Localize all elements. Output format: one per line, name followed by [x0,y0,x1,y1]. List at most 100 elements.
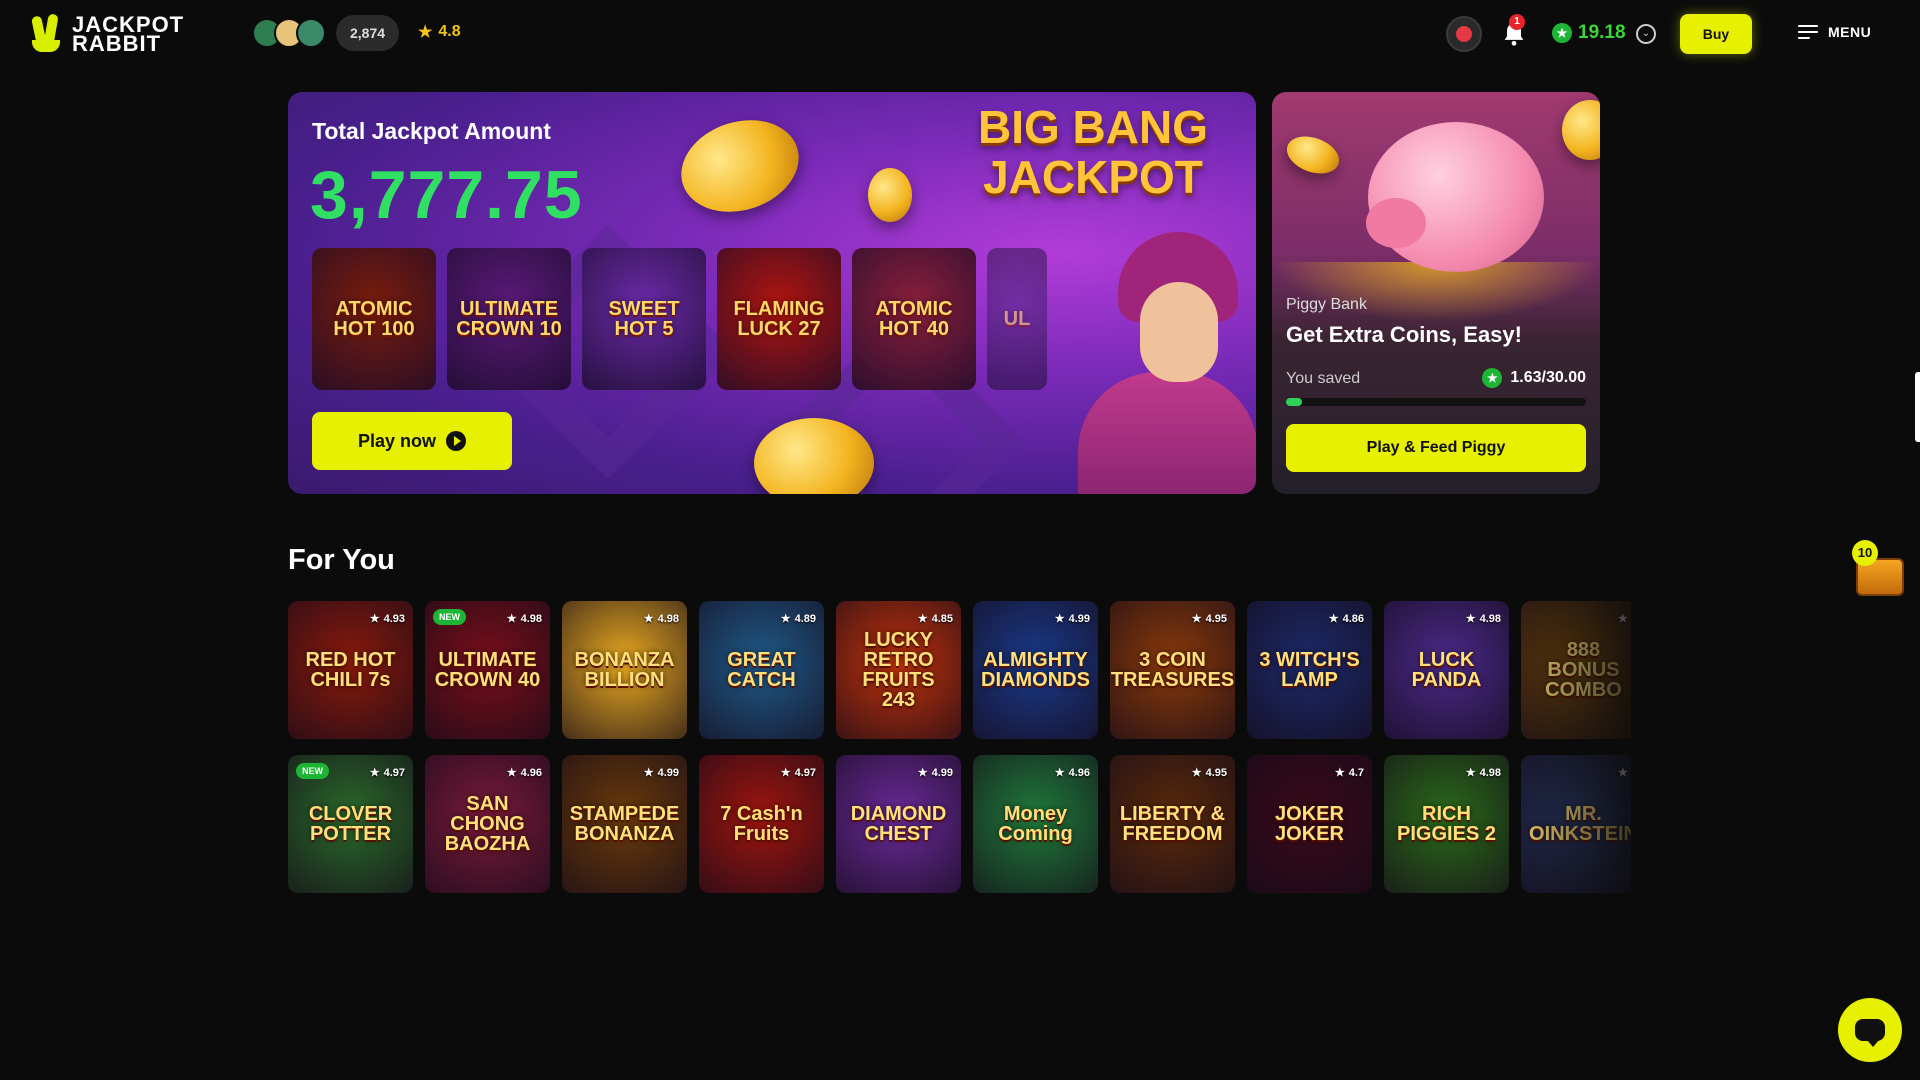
star-icon: ★ [369,767,380,779]
game-rating: ★ 4.97 [781,763,816,783]
game-rating: ★ 4.7 [1335,763,1364,783]
jackpot-game-tile[interactable]: ATOMIC HOT 100 [312,248,436,390]
game-tile[interactable]: LUCKY RETRO FRUITS 243 ★ 4.85 [836,601,961,739]
brand-line2: JACKPOT [983,151,1203,203]
game-tile[interactable]: CLOVER POTTER ★ 4.97 NEW [288,755,413,893]
game-tile[interactable]: ULTIMATE CROWN 40 ★ 4.98 NEW [425,601,550,739]
star-icon: ★ [1191,767,1202,779]
star-icon: ★ [917,767,928,779]
jackpot-game-tile[interactable]: FLAMING LUCK 27 [717,248,841,390]
chat-support-button[interactable] [1838,998,1902,1062]
piggy-bank-title: Get Extra Coins, Easy! [1286,322,1522,347]
game-rating-value: 4.95 [1205,613,1227,625]
game-rating-value: 4.99 [657,767,679,779]
star-icon: ★ [1618,613,1628,625]
game-title: Money Coming [998,803,1073,845]
piggy-bank-icon [1368,122,1544,272]
buy-button[interactable]: Buy [1680,14,1752,54]
game-tile[interactable]: JOKER JOKER ★ 4.7 [1247,755,1372,893]
game-tile[interactable]: DIAMOND CHEST ★ 4.99 [836,755,961,893]
pig-snout [1366,198,1426,248]
game-tile[interactable]: 7 Cash'n Fruits ★ 4.97 [699,755,824,893]
jackpot-banner: Total Jackpot Amount 3,777.75 BIG BANG J… [288,92,1256,494]
game-rating: ★ 4.99 [644,763,679,783]
star-icon: ★ [1328,613,1339,625]
game-rating-value: 4.98 [1479,613,1501,625]
star-icon: ★ [643,613,654,625]
play-icon [446,431,467,451]
game-rating: ★4 [1618,609,1631,629]
game-rating: ★ 4.89 [781,609,816,629]
game-tile[interactable]: 3 WITCH'S LAMP ★ 4.86 [1247,601,1372,739]
piggy-progress-fill [1286,398,1303,406]
game-rating-value: 4.97 [794,767,816,779]
game-title: DIAMOND CHEST [850,803,947,845]
star-icon: ★ [1191,613,1202,625]
play-now-button[interactable]: Play now [312,412,512,470]
game-tile[interactable]: Money Coming ★ 4.96 [973,755,1098,893]
game-rating-value: 4.85 [931,613,953,625]
game-title: 888 BONUS COMBO [1545,639,1622,701]
game-rating: ★ 4.97 [370,763,405,783]
piggy-progress-bar [1286,398,1586,406]
game-title: ALMIGHTY DIAMONDS [981,649,1090,691]
jackpot-game-tile[interactable]: UL [987,248,1047,390]
game-title: 3 WITCH'S LAMP [1259,649,1360,691]
game-rating: ★ 4.93 [370,609,405,629]
star-icon: ★ [780,767,791,779]
game-tile[interactable]: 888 BONUS COMBO ★4 [1521,601,1631,739]
gold-coin-icon [1281,129,1345,181]
menu-button[interactable]: MENU [1798,24,1871,40]
chevron-down-icon[interactable]: ⌄ [1636,24,1656,44]
game-title: BONANZA BILLION [574,649,675,691]
game-rating-value: 4.95 [1205,767,1227,779]
jackpot-game-tile[interactable]: ULTIMATE CROWN 10 [447,248,571,390]
game-rating-value: 4.97 [383,767,405,779]
game-tile[interactable]: SAN CHONG BAOZHA ★ 4.96 [425,755,550,893]
site-rating-value: 4.8 [438,23,461,40]
game-tile[interactable]: RED HOT CHILI 7s ★ 4.93 [288,601,413,739]
star-icon: ★ [506,613,517,625]
game-rating: ★ 4.85 [918,609,953,629]
star-icon: ★ [917,613,928,625]
language-flag-button[interactable] [1446,16,1482,52]
game-tile[interactable]: BONANZA BILLION ★ 4.98 [562,601,687,739]
game-tile[interactable]: RICH PIGGIES 2 ★ 4.98 [1384,755,1509,893]
star-icon: ★ [643,767,654,779]
game-rating-value: 4.96 [520,767,542,779]
side-scroll-tab[interactable] [1915,372,1920,442]
game-rating-value: 4.7 [1348,767,1364,779]
game-tile[interactable]: GREAT CATCH ★ 4.89 [699,601,824,739]
coin-icon: ★ [1482,368,1503,388]
star-icon: ★ [506,767,517,779]
star-icon: ★ [1465,767,1476,779]
game-tile[interactable]: STAMPEDE BONANZA ★ 4.99 [562,755,687,893]
game-tile[interactable]: LIBERTY & FREEDOM ★ 4.95 [1110,755,1235,893]
game-tile[interactable]: ALMIGHTY DIAMONDS ★ 4.99 [973,601,1098,739]
site-rating: ★ 4.8 [418,22,461,42]
play-now-label: Play now [357,430,437,451]
piggy-bank-label: Piggy Bank [1286,296,1367,313]
game-tile[interactable]: 3 COIN TREASURES ★ 4.95 [1110,601,1235,739]
piggy-bank-card: Piggy Bank Get Extra Coins, Easy! You sa… [1272,92,1600,494]
gold-coin-icon [868,168,912,222]
game-title: 3 COIN TREASURES [1110,649,1235,691]
game-title: RICH PIGGIES 2 [1397,803,1496,845]
jackpot-game-tile[interactable]: SWEET HOT 5 [582,248,706,390]
coin-balance[interactable]: ★ 19.18 [1552,22,1626,44]
game-tile[interactable]: LUCK PANDA ★ 4.98 [1384,601,1509,739]
jackpot-label: Total Jackpot Amount [312,118,551,144]
treasure-chest-button[interactable]: 10 [1852,540,1908,600]
play-feed-piggy-button[interactable]: Play & Feed Piggy [1286,424,1586,472]
game-title: SAN CHONG BAOZHA [444,793,531,855]
game-title: GREAT CATCH [727,649,796,691]
jackpot-games: ATOMIC HOT 100 ULTIMATE CROWN 10 SWEET HOT… [312,248,1047,390]
logo[interactable]: JACKPOT RABBIT [30,13,184,55]
game-row: CLOVER POTTER ★ 4.97 NEW SAN CHONG BAOZHA ★ 4.… [288,755,1631,893]
star-icon: ★ [1618,767,1628,779]
gold-coin-icon [669,105,811,227]
game-tile[interactable]: MR. OINKSTEIN ★4 [1521,755,1631,893]
game-title: CLOVER POTTER [308,803,393,845]
game-title: 7 Cash'n Fruits [720,803,803,845]
jackpot-game-tile[interactable]: ATOMIC HOT 40 [852,248,976,390]
